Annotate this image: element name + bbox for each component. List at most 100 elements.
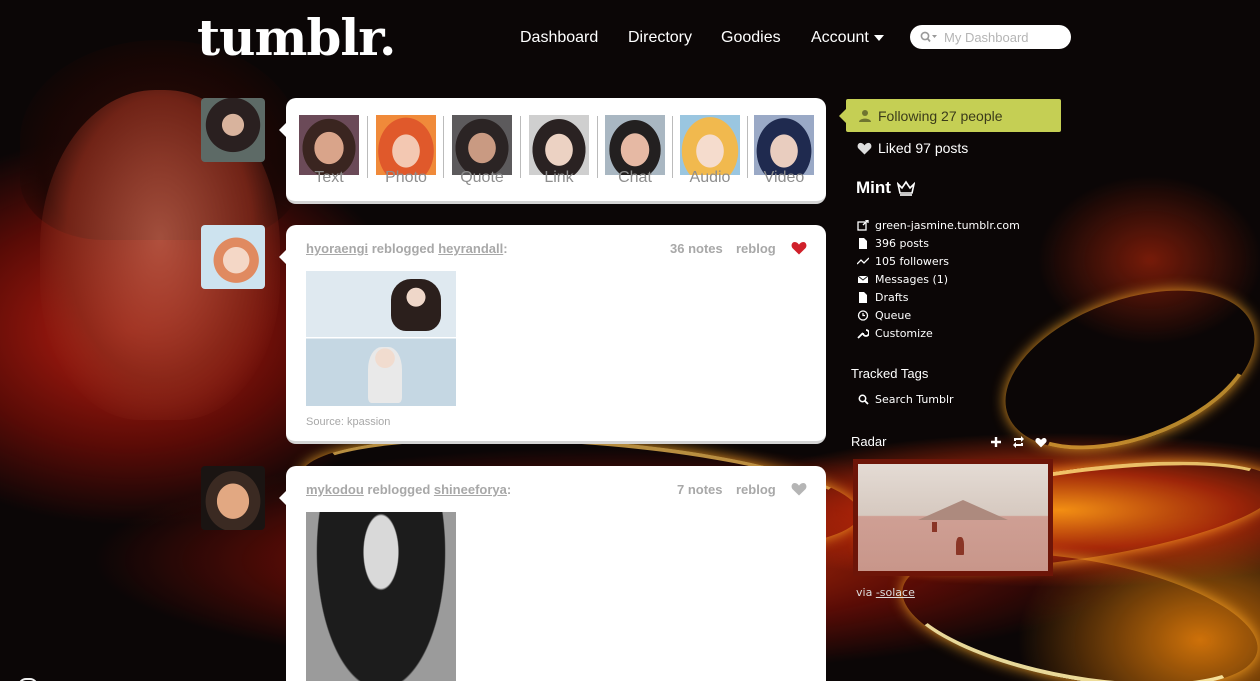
external-link-icon [857, 219, 869, 231]
heart-icon [1035, 438, 1047, 448]
post-photo[interactable] [306, 271, 456, 406]
nav-dashboard[interactable]: Dashboard [520, 29, 598, 47]
search-icon [858, 394, 869, 405]
heart-icon[interactable] [791, 482, 807, 496]
tumblr-logo[interactable]: tumblr. [197, 8, 396, 67]
wrench-icon [857, 328, 869, 339]
blog-name[interactable]: Mint [856, 178, 915, 198]
plus-icon [991, 437, 1001, 447]
new-text-post-button[interactable]: Text [298, 115, 360, 187]
notes-count[interactable]: 36 notes [670, 241, 723, 256]
blog-menu-label: green-jasmine.tumblr.com [875, 218, 1020, 232]
radar-reblog-button[interactable] [1012, 435, 1025, 453]
radar-via: via -solace [856, 586, 915, 599]
tracked-tags-title: Tracked Tags [851, 366, 929, 381]
new-video-post-button[interactable]: Video [753, 115, 815, 187]
reblog-verb: reblogged [367, 482, 431, 497]
radar-via-label: via [856, 586, 873, 599]
post-author-avatar[interactable] [201, 225, 265, 289]
heart-icon[interactable] [791, 241, 807, 255]
radar-like-button[interactable] [1035, 435, 1047, 453]
video-post-image [754, 115, 814, 175]
crown-icon [896, 180, 915, 196]
blog-name-label: Mint [856, 178, 891, 197]
new-quote-post-button[interactable]: Quote [451, 115, 513, 187]
liked-label: Liked 97 posts [878, 140, 969, 156]
link-post-image [529, 115, 589, 175]
radar-image-figure [956, 537, 964, 555]
divider [520, 116, 521, 178]
colon: : [503, 241, 508, 256]
photo-figure [368, 347, 402, 403]
drafts-link[interactable]: Drafts [857, 288, 1020, 306]
post-type-label: Audio [689, 169, 731, 186]
new-link-post-button[interactable]: Link [528, 115, 590, 187]
nav-account-label: Account [811, 29, 869, 46]
person-icon [859, 110, 871, 122]
reblog-button[interactable]: reblog [736, 241, 776, 256]
quote-post-image [452, 115, 512, 175]
radar-image-figure [932, 522, 937, 532]
post-type-label: Video [763, 169, 805, 186]
blog-url-link[interactable]: green-jasmine.tumblr.com [857, 216, 1020, 234]
notes-count[interactable]: 7 notes [677, 482, 723, 497]
search-icon[interactable] [920, 31, 940, 43]
new-post-panel: Text Photo Quote Link Chat Audio Video [286, 98, 826, 204]
search-input[interactable] [944, 29, 1062, 45]
reblog-source-link[interactable]: heyrandall [438, 241, 503, 256]
new-photo-post-button[interactable]: Photo [375, 115, 437, 187]
nav-account[interactable]: Account [811, 29, 884, 47]
blog-menu-label: Queue [875, 308, 912, 322]
post-author-link[interactable]: hyoraengi [306, 241, 368, 256]
dashboard-post: mykodou reblogged shineeforya: 7 notes r… [286, 466, 826, 681]
divider [747, 116, 748, 178]
photo-post-image [376, 115, 436, 175]
following-link[interactable]: Following 27 people [839, 99, 1061, 132]
radar-title: Radar [851, 434, 887, 449]
activity-icon [857, 257, 869, 264]
post-header: hyoraengi reblogged heyrandall: [306, 241, 508, 256]
reblog-verb: reblogged [371, 241, 435, 256]
messages-link[interactable]: Messages (1) [857, 270, 1020, 288]
reblog-button[interactable]: reblog [736, 482, 776, 497]
followers-link[interactable]: 105 followers [857, 252, 1020, 270]
heart-icon [857, 142, 872, 155]
new-chat-post-button[interactable]: Chat [604, 115, 666, 187]
post-type-label: Text [314, 169, 344, 186]
reblog-source-link[interactable]: shineeforya [434, 482, 507, 497]
new-audio-post-button[interactable]: Audio [679, 115, 741, 187]
radar-via-user-link[interactable]: -solace [876, 586, 915, 599]
post-type-label: Chat [618, 169, 652, 186]
blog-menu-label: Customize [875, 326, 933, 340]
blog-menu-label: Drafts [875, 290, 909, 304]
search-tumblr-label: Search Tumblr [875, 393, 954, 406]
liked-link[interactable]: Liked 97 posts [857, 140, 968, 156]
radar-image-mountain [918, 500, 1008, 520]
posts-link[interactable]: 396 posts [857, 234, 1020, 252]
envelope-icon [857, 275, 869, 283]
customize-link[interactable]: Customize [857, 324, 1020, 342]
nav-directory[interactable]: Directory [628, 29, 692, 47]
queue-link[interactable]: Queue [857, 306, 1020, 324]
radar-follow-button[interactable] [990, 435, 1002, 453]
my-avatar[interactable] [201, 98, 265, 162]
photo-figure [391, 279, 441, 331]
divider [672, 116, 673, 178]
search-tumblr-link[interactable]: Search Tumblr [858, 393, 954, 406]
blog-menu-label: 396 posts [875, 236, 929, 250]
blog-menu: green-jasmine.tumblr.com 396 posts 105 f… [857, 216, 1020, 342]
document-icon [859, 237, 867, 249]
nav-goodies[interactable]: Goodies [721, 29, 781, 47]
post-type-label: Quote [460, 169, 504, 186]
text-post-image [299, 115, 359, 175]
blog-menu-label: Messages (1) [875, 272, 949, 286]
dashboard-post: hyoraengi reblogged heyrandall: 36 notes… [286, 225, 826, 444]
post-author-avatar[interactable] [201, 466, 265, 530]
post-type-label: Link [544, 169, 574, 186]
chat-post-image [605, 115, 665, 175]
radar-image[interactable] [853, 459, 1053, 576]
reblog-icon [1013, 436, 1024, 448]
post-photo[interactable] [306, 512, 456, 681]
following-label: Following 27 people [878, 107, 1003, 124]
post-author-link[interactable]: mykodou [306, 482, 364, 497]
